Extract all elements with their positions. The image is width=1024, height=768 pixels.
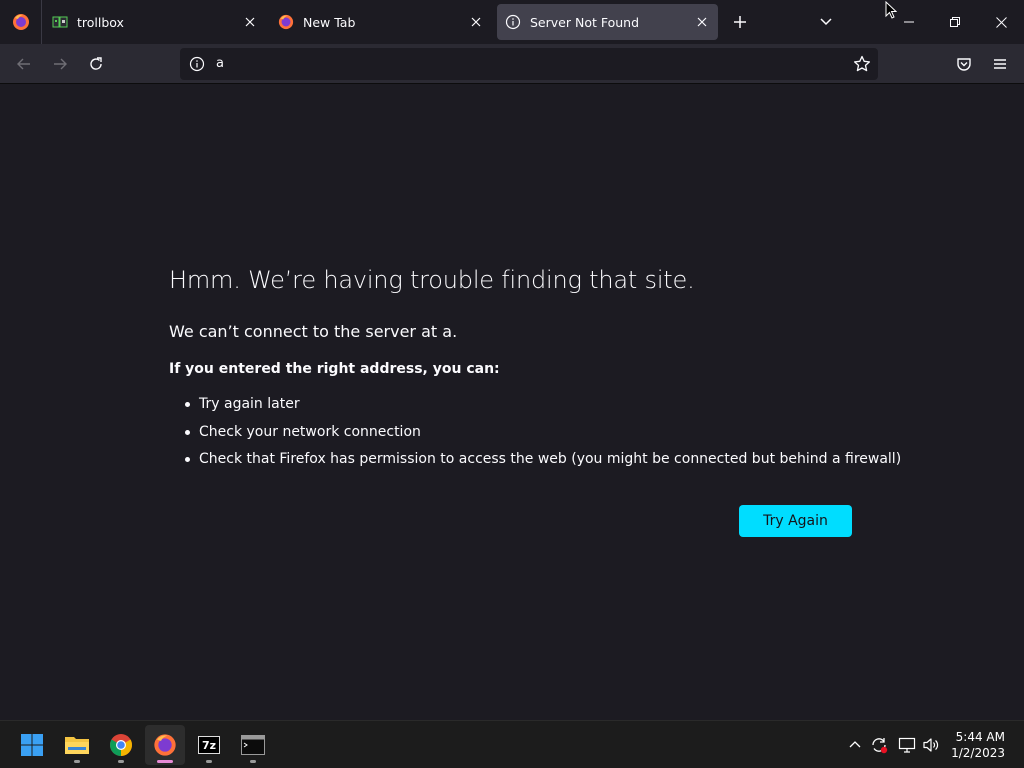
show-hidden-icons-button[interactable] [845, 735, 865, 755]
restore-icon [950, 17, 960, 27]
list-item: Try again later [185, 395, 901, 423]
try-again-button[interactable]: Try Again [739, 505, 852, 537]
mouse-cursor-icon [885, 1, 897, 19]
running-indicator [206, 760, 212, 763]
running-indicator [118, 760, 124, 763]
reload-icon [90, 57, 102, 70]
hamburger-menu-icon [994, 59, 1006, 69]
taskbar: 7z 5:44 AM 1/2/2023 [0, 720, 1024, 768]
network-icon [898, 737, 916, 753]
tab-trollbox[interactable]: trollbox [44, 4, 266, 40]
forward-button[interactable] [46, 50, 74, 78]
firefox-icon [278, 14, 294, 30]
forward-arrow-icon [54, 58, 67, 70]
tab-bar: trollbox New Tab Server Not Found [0, 0, 1024, 44]
tab-label: Server Not Found [530, 14, 640, 30]
clock-time: 5:44 AM [955, 730, 1005, 744]
page-title: Hmm. We’re having trouble finding that s… [169, 266, 695, 294]
close-window-button[interactable] [978, 0, 1024, 44]
taskbar-chrome[interactable] [101, 725, 141, 765]
taskbar-terminal[interactable] [233, 725, 273, 765]
app-menu-button[interactable] [986, 50, 1014, 78]
url-bar[interactable]: a [180, 48, 878, 80]
url-input[interactable]: a [216, 56, 224, 71]
firefox-icon [12, 14, 29, 30]
suggestion-list: Try again later Check your network conne… [185, 395, 901, 478]
close-icon [995, 16, 1007, 28]
error-page: Hmm. We’re having trouble finding that s… [0, 85, 1024, 720]
close-tab-icon[interactable] [468, 14, 484, 30]
speaker-icon [923, 738, 939, 752]
terminal-icon [241, 735, 265, 755]
navigation-toolbar: a [0, 44, 1024, 84]
tab-label: New Tab [303, 14, 356, 30]
sync-icon [872, 738, 888, 754]
close-tab-icon[interactable] [242, 14, 258, 30]
taskbar-file-explorer[interactable] [57, 725, 97, 765]
minimize-icon [904, 21, 914, 23]
start-button[interactable] [12, 725, 52, 765]
sync-tray-icon[interactable] [869, 735, 889, 755]
volume-tray-icon[interactable] [921, 735, 941, 755]
running-indicator [157, 760, 173, 763]
bookmark-star-icon[interactable] [850, 52, 874, 76]
running-indicator [250, 760, 256, 763]
system-clock[interactable]: 5:44 AM 1/2/2023 [951, 729, 1005, 761]
pocket-icon [957, 58, 971, 71]
taskbar-firefox[interactable] [145, 725, 185, 765]
chrome-icon [110, 734, 132, 756]
new-tab-button[interactable] [726, 8, 754, 36]
info-icon [505, 14, 521, 30]
list-item: Check your network connection [185, 423, 901, 451]
chevron-down-icon [820, 18, 832, 26]
list-item: Check that Firefox has permission to acc… [185, 450, 901, 478]
error-description: We can’t connect to the server at a. [169, 322, 458, 341]
tab-server-not-found[interactable]: Server Not Found [497, 4, 718, 40]
back-button[interactable] [10, 50, 38, 78]
list-all-tabs-button[interactable] [812, 8, 840, 36]
7zip-icon: 7z [198, 736, 220, 754]
pocket-button[interactable] [950, 50, 978, 78]
firefox-icon [154, 734, 176, 756]
advice-heading: If you entered the right address, you ca… [169, 361, 500, 377]
tab-label: trollbox [77, 14, 124, 30]
clock-date: 1/2/2023 [951, 746, 1005, 760]
file-explorer-icon [65, 737, 89, 754]
start-icon [21, 734, 43, 756]
restore-button[interactable] [932, 0, 978, 44]
firefox-view-button[interactable] [0, 0, 42, 44]
tab-new-tab[interactable]: New Tab [270, 4, 492, 40]
network-tray-icon[interactable] [897, 735, 917, 755]
close-tab-icon[interactable] [694, 14, 710, 30]
back-arrow-icon [17, 58, 30, 70]
plus-icon [734, 16, 746, 28]
site-info-icon[interactable] [188, 55, 206, 73]
taskbar-7zip[interactable]: 7z [189, 725, 229, 765]
trollbox-favicon-icon [52, 14, 68, 30]
reload-button[interactable] [82, 50, 110, 78]
chevron-up-icon [849, 741, 861, 748]
running-indicator [74, 760, 80, 763]
